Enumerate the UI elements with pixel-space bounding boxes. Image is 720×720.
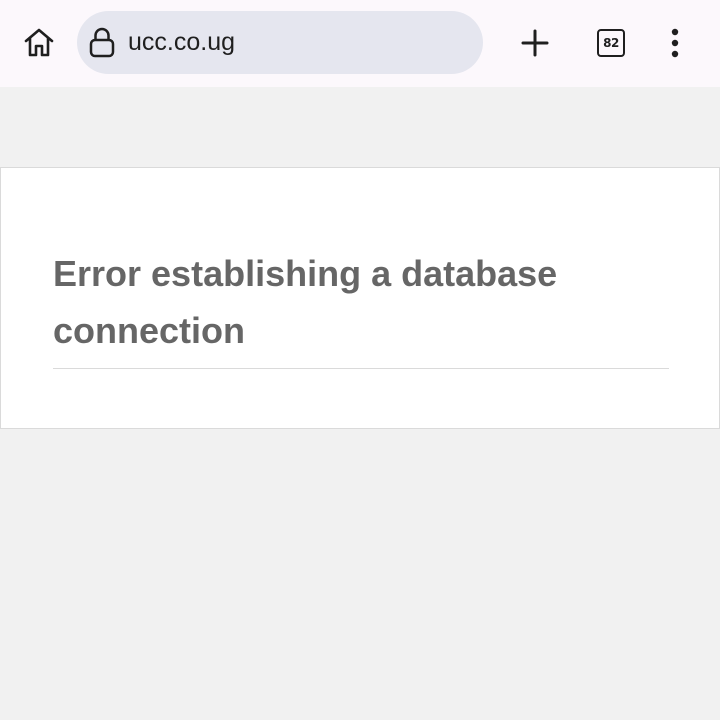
error-card: Error establishing a database connection — [0, 167, 720, 429]
home-icon — [24, 28, 54, 57]
tab-switcher-button[interactable]: 82 — [592, 24, 630, 62]
browser-toolbar: ucc.co.ug 82 — [0, 0, 720, 87]
more-menu-button[interactable] — [655, 22, 695, 64]
more-vertical-icon — [671, 28, 679, 58]
plus-icon — [521, 29, 549, 57]
lock-icon[interactable] — [88, 27, 116, 58]
address-bar[interactable]: ucc.co.ug — [77, 11, 483, 74]
new-tab-button[interactable] — [514, 22, 556, 64]
divider — [53, 368, 669, 369]
home-button[interactable] — [18, 22, 60, 64]
url-text[interactable]: ucc.co.ug — [128, 11, 235, 74]
tab-count-badge: 82 — [597, 29, 625, 57]
error-message: Error establishing a database connection — [53, 253, 558, 351]
